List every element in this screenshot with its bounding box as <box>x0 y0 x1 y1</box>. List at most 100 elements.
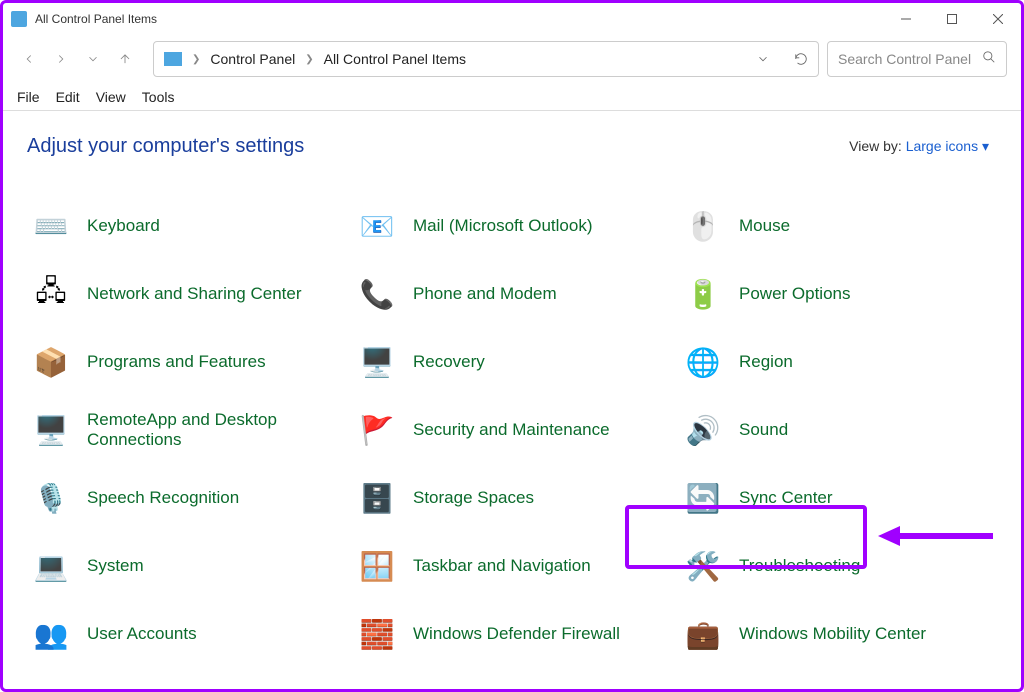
content-area: ⌨️ Keyboard 📧 Mail (Microsoft Outlook) 🖱️ Mou… <box>3 201 1021 686</box>
item-icon: 🗄️ <box>357 478 397 518</box>
item-label: Mouse <box>739 216 790 236</box>
control-panel-item[interactable]: 🛠️Troubleshooting <box>679 541 997 591</box>
item-label: Mail (Microsoft Outlook) <box>413 216 592 236</box>
menu-bar: File Edit View Tools <box>3 83 1021 111</box>
item-label: Windows Defender Firewall <box>413 624 620 644</box>
control-panel-item[interactable]: 💼 Windows Mobility Center <box>679 609 997 659</box>
item-icon: 🛠️ <box>683 546 723 586</box>
control-panel-item[interactable]: 📦 Programs and Features <box>27 337 345 387</box>
menu-tools[interactable]: Tools <box>142 89 175 105</box>
menu-view[interactable]: View <box>96 89 126 105</box>
control-panel-item[interactable]: 🔊 Sound <box>679 405 997 455</box>
chevron-right-icon[interactable]: ❯ <box>192 54 200 65</box>
view-by-dropdown[interactable]: Large icons ▾ <box>906 138 989 154</box>
item-icon: ⌨️ <box>31 206 71 246</box>
control-panel-item[interactable]: 🪟 Taskbar and Navigation <box>353 541 671 591</box>
breadcrumb-control-panel[interactable]: Control Panel <box>210 51 295 67</box>
item-icon: 💻 <box>31 546 71 586</box>
close-button[interactable] <box>975 3 1021 35</box>
item-label: Power Options <box>739 284 851 304</box>
item-icon: 📞 <box>357 274 397 314</box>
item-icon: 👥 <box>31 614 71 654</box>
up-button[interactable] <box>113 47 137 71</box>
item-label: Storage Spaces <box>413 488 534 508</box>
item-label: Keyboard <box>87 216 160 236</box>
item-icon: 🖥️ <box>357 342 397 382</box>
control-panel-item[interactable]: 🎙️ Speech Recognition <box>27 473 345 523</box>
item-label: User Accounts <box>87 624 197 644</box>
search-box[interactable] <box>827 41 1007 77</box>
back-button[interactable] <box>17 47 41 71</box>
item-label: Windows Mobility Center <box>739 624 926 644</box>
item-icon: 📁 <box>357 682 397 686</box>
item-label: Phone and Modem <box>413 284 557 304</box>
breadcrumb-all-items[interactable]: All Control Panel Items <box>324 51 466 67</box>
item-icon: ⚙️ <box>31 682 71 686</box>
item-label: Network and Sharing Center <box>87 284 302 304</box>
control-panel-item[interactable]: 🌐 Region <box>679 337 997 387</box>
item-icon: 🌐 <box>683 342 723 382</box>
item-icon: 🖧 <box>31 274 71 314</box>
item-icon: 🧱 <box>357 614 397 654</box>
search-icon <box>982 50 996 69</box>
item-icon: 🔄 <box>683 478 723 518</box>
window-controls <box>883 3 1021 35</box>
control-panel-item[interactable]: 🖧 Network and Sharing Center <box>27 269 345 319</box>
control-panel-item[interactable]: ⚙️Windows Tools <box>27 677 345 686</box>
chevron-right-icon[interactable]: ❯ <box>305 54 313 65</box>
view-by-label: View by: <box>849 138 902 154</box>
control-panel-item[interactable]: 🚩 Security and Maintenance <box>353 405 671 455</box>
control-panel-item[interactable]: 🗄️ Storage Spaces <box>353 473 671 523</box>
minimize-button[interactable] <box>883 3 929 35</box>
control-panel-item[interactable]: 🖥️ Recovery <box>353 337 671 387</box>
recent-locations-button[interactable] <box>81 47 105 71</box>
maximize-button[interactable] <box>929 3 975 35</box>
control-panel-item[interactable]: 📞 Phone and Modem <box>353 269 671 319</box>
item-label: Sync Center <box>739 488 833 508</box>
search-input[interactable] <box>838 51 982 67</box>
item-label: Region <box>739 352 793 372</box>
control-panel-item[interactable]: 🖱️ Mouse <box>679 201 997 251</box>
item-label: Taskbar and Navigation <box>413 556 591 576</box>
titlebar: All Control Panel Items <box>3 3 1021 35</box>
item-label: Sound <box>739 420 788 440</box>
item-label: Programs and Features <box>87 352 266 372</box>
item-icon: 📦 <box>31 342 71 382</box>
item-icon: 🚩 <box>357 410 397 450</box>
page-title: Adjust your computer's settings <box>27 135 304 158</box>
item-label: RemoteApp and Desktop Connections <box>87 410 341 451</box>
control-panel-item[interactable]: 🔋 Power Options <box>679 269 997 319</box>
item-icon: 🖱️ <box>683 206 723 246</box>
item-label: Speech Recognition <box>87 488 239 508</box>
control-panel-item[interactable]: 🧱 Windows Defender Firewall <box>353 609 671 659</box>
menu-edit[interactable]: Edit <box>56 89 80 105</box>
item-icon: 🖥️ <box>31 410 71 450</box>
item-label: Recovery <box>413 352 485 372</box>
forward-button[interactable] <box>49 47 73 71</box>
view-by-value: Large icons <box>906 138 978 154</box>
header: Adjust your computer's settings View by:… <box>3 111 1021 176</box>
item-icon: 🎙️ <box>31 478 71 518</box>
address-dropdown-button[interactable] <box>756 52 770 66</box>
item-icon: 🪟 <box>357 546 397 586</box>
item-icon: 📧 <box>357 206 397 246</box>
control-panel-title-icon <box>11 11 27 27</box>
address-bar[interactable]: ❯ Control Panel ❯ All Control Panel Item… <box>153 41 819 77</box>
control-panel-icon <box>164 52 182 66</box>
control-panel-item[interactable]: 🔄 Sync Center <box>679 473 997 523</box>
control-panel-item[interactable]: ⌨️ Keyboard <box>27 201 345 251</box>
refresh-button[interactable] <box>794 52 808 66</box>
item-icon: 💼 <box>683 614 723 654</box>
item-icon: 🔊 <box>683 410 723 450</box>
items-grid: ⌨️ Keyboard 📧 Mail (Microsoft Outlook) 🖱️ Mou… <box>3 201 1021 686</box>
control-panel-item[interactable]: 👥 User Accounts <box>27 609 345 659</box>
item-icon: 🔋 <box>683 274 723 314</box>
control-panel-item[interactable]: 🖥️ RemoteApp and Desktop Connections <box>27 405 345 455</box>
control-panel-item[interactable]: 💻 System <box>27 541 345 591</box>
control-panel-item[interactable]: 📁Work Folders <box>353 677 671 686</box>
view-by: View by: Large icons ▾ <box>849 138 989 155</box>
item-label: Security and Maintenance <box>413 420 610 440</box>
item-label: System <box>87 556 144 576</box>
menu-file[interactable]: File <box>17 89 40 105</box>
control-panel-item[interactable]: 📧 Mail (Microsoft Outlook) <box>353 201 671 251</box>
